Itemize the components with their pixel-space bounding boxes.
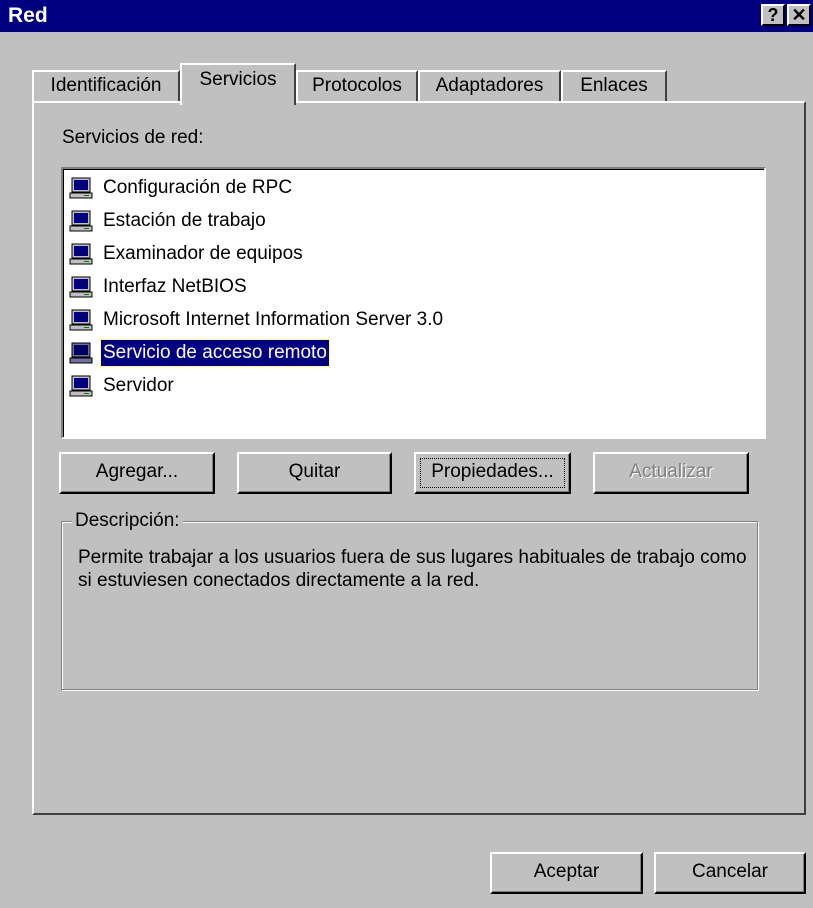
computer-icon bbox=[69, 243, 93, 265]
cancel-button[interactable]: Cancelar bbox=[654, 852, 806, 894]
ok-button[interactable]: Aceptar bbox=[490, 852, 643, 894]
update-button[interactable]: Actualizar bbox=[593, 452, 749, 494]
computer-icon bbox=[69, 210, 93, 232]
close-button[interactable]: ✕ bbox=[787, 4, 811, 26]
list-item-label: Servidor bbox=[103, 375, 174, 396]
computer-icon bbox=[69, 177, 93, 199]
tab-protocolos[interactable]: Protocolos bbox=[296, 70, 418, 102]
description-text: Permite trabajar a los usuarios fuera de… bbox=[78, 547, 747, 591]
network-dialog: Red ? ✕ Identificación Servicios Protoco… bbox=[0, 0, 813, 908]
description-legend: Descripción: bbox=[72, 510, 183, 532]
window-title: Red bbox=[8, 4, 48, 27]
add-button[interactable]: Agregar... bbox=[59, 452, 215, 494]
tab-adaptadores[interactable]: Adaptadores bbox=[418, 70, 561, 102]
help-button[interactable]: ? bbox=[761, 4, 785, 26]
computer-icon bbox=[69, 342, 93, 364]
list-item-label: Servicio de acceso remoto bbox=[100, 339, 330, 367]
tab-servicios[interactable]: Servicios bbox=[180, 63, 296, 105]
computer-icon bbox=[69, 309, 93, 331]
list-item-label: Microsoft Internet Information Server 3.… bbox=[103, 309, 444, 330]
list-item-label: Estación de trabajo bbox=[103, 210, 266, 231]
services-label: Servicios de red: bbox=[62, 127, 204, 148]
list-item-label: Interfaz NetBIOS bbox=[103, 276, 247, 297]
computer-icon bbox=[69, 276, 93, 298]
services-list[interactable]: Configuración de RPC Estación de trabajo… bbox=[61, 167, 766, 439]
tab-identificacion[interactable]: Identificación bbox=[32, 70, 180, 102]
tab-enlaces[interactable]: Enlaces bbox=[561, 70, 667, 102]
properties-button[interactable]: Propiedades... bbox=[414, 452, 571, 494]
title-bar[interactable]: Red ? ✕ bbox=[0, 0, 813, 32]
remove-button[interactable]: Quitar bbox=[237, 452, 392, 494]
list-item-label: Configuración de RPC bbox=[103, 177, 293, 198]
computer-icon bbox=[69, 375, 93, 397]
list-item-label: Examinador de equipos bbox=[103, 243, 303, 264]
